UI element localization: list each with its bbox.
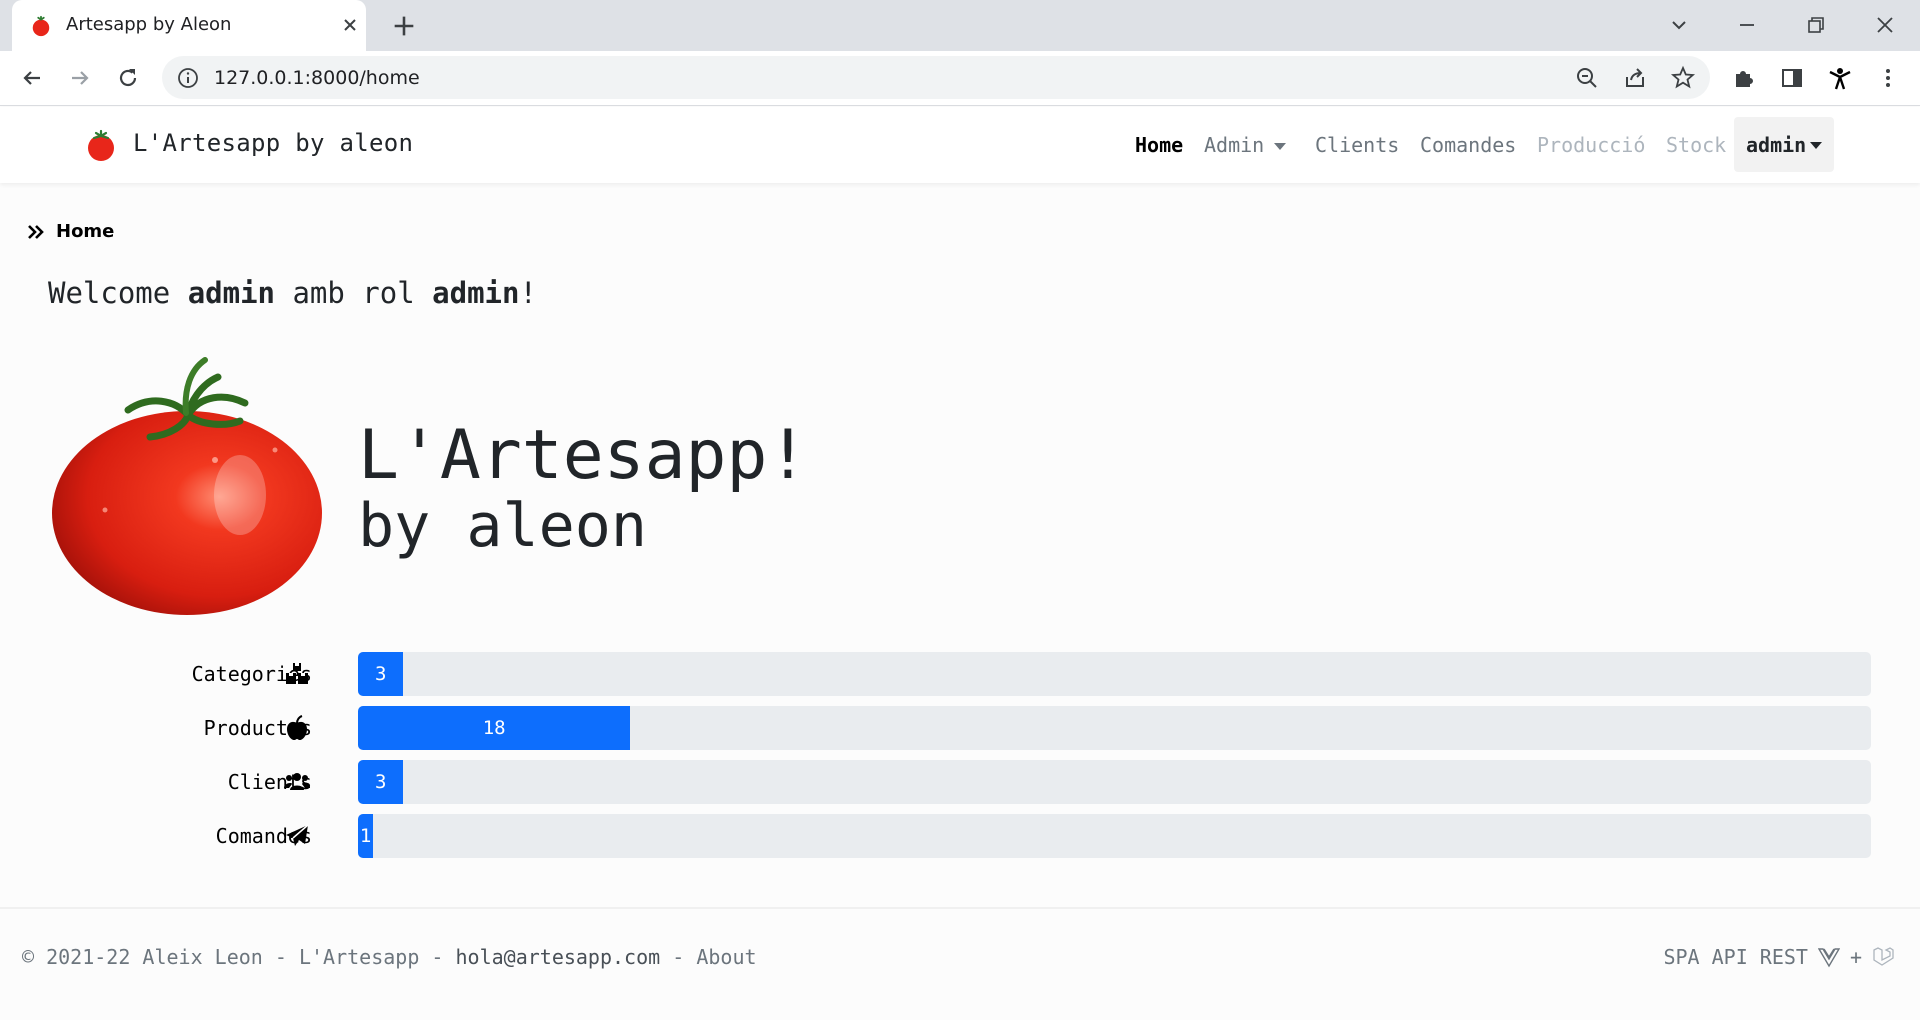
new-tab-icon[interactable] <box>390 12 418 40</box>
bookmark-star-icon[interactable] <box>1670 65 1696 91</box>
breadcrumb-current: Home <box>56 221 115 242</box>
close-window-icon[interactable] <box>1870 10 1900 40</box>
hero-title: L'Artesapp! <box>358 416 809 495</box>
extensions-icon[interactable] <box>1730 64 1758 92</box>
stat-row-productes: Productes 18 <box>0 706 1920 750</box>
footer-stack-text: SPA API REST <box>1663 945 1808 969</box>
browser-tabstrip: Artesapp by Aleon <box>0 0 1920 51</box>
browser-toolbar: 127.0.0.1:8000/home <box>0 51 1920 106</box>
side-panel-icon[interactable] <box>1778 64 1806 92</box>
nav-home[interactable]: Home <box>1135 133 1183 157</box>
footer-left: © 2021-22 Aleix Leon - L'Artesapp - hola… <box>22 945 757 969</box>
page-footer: © 2021-22 Aleix Leon - L'Artesapp - hola… <box>0 907 1920 1020</box>
stat-row-comandes: Comandes 1 <box>0 814 1920 858</box>
close-tab-icon[interactable] <box>338 13 362 37</box>
vue-logo-icon <box>1817 948 1840 968</box>
site-info-icon[interactable] <box>176 66 200 90</box>
browser-menu-icon[interactable] <box>1874 64 1902 92</box>
url-text[interactable]: 127.0.0.1:8000/home <box>214 67 420 89</box>
footer-about-link[interactable]: About <box>696 945 756 969</box>
laravel-logo-icon <box>1873 947 1894 966</box>
footer-copyright: © 2021-22 Aleix Leon - L'Artesapp - <box>22 945 444 969</box>
zoom-icon[interactable] <box>1574 65 1600 91</box>
tomato-favicon-icon <box>32 15 50 37</box>
forward-icon[interactable] <box>66 64 94 92</box>
welcome-prefix: Welcome <box>48 276 171 310</box>
tomato-hero-image <box>52 357 322 615</box>
hero-subtitle: by aleon <box>358 491 647 561</box>
tomato-logo-icon[interactable] <box>84 129 118 163</box>
minimize-icon[interactable] <box>1732 10 1762 40</box>
restore-icon[interactable] <box>1801 10 1831 40</box>
tab-search-icon[interactable] <box>1664 10 1694 40</box>
angles-right-icon <box>28 225 44 239</box>
nav-comandes[interactable]: Comandes <box>1420 133 1516 157</box>
user-menu-label: admin <box>1746 133 1807 157</box>
welcome-middle: amb rol <box>292 276 415 310</box>
progress-track: 3 <box>358 760 1871 804</box>
progress-track: 18 <box>358 706 1871 750</box>
footer-email-link[interactable]: hola@artesapp.com <box>455 945 660 969</box>
footer-plus: + <box>1849 945 1862 969</box>
brand-title[interactable]: L'Artesapp by aleon <box>133 129 413 157</box>
boxes-icon <box>286 663 308 684</box>
footer-separator: - <box>672 945 685 969</box>
caret-down-icon <box>1810 142 1822 149</box>
progress-bar: 3 <box>358 652 404 696</box>
nav-clients[interactable]: Clients <box>1315 133 1399 157</box>
paper-plane-icon <box>286 824 309 846</box>
welcome-role: admin <box>432 276 520 310</box>
progress-bar: 18 <box>358 706 631 750</box>
nav-stock: Stock <box>1666 133 1727 157</box>
welcome-suffix: ! <box>519 276 537 310</box>
share-icon[interactable] <box>1622 65 1648 91</box>
footer-right: SPA API REST + <box>1663 945 1894 969</box>
progress-track: 3 <box>358 652 1871 696</box>
caret-down-icon <box>1274 143 1287 150</box>
tab-title: Artesapp by Aleon <box>66 14 232 35</box>
nav-admin-label: Admin <box>1204 133 1265 157</box>
nav-produccio: Producció <box>1537 133 1646 157</box>
welcome-user: admin <box>187 276 275 310</box>
user-menu-dropdown[interactable]: admin <box>1734 117 1834 172</box>
stat-row-clients: Clients 3 <box>0 760 1920 804</box>
progress-bar: 1 <box>358 814 374 858</box>
welcome-message: Welcome admin amb rol admin! <box>48 276 537 310</box>
stat-row-categories: Categories 3 <box>0 652 1920 696</box>
progress-track: 1 <box>358 814 1871 858</box>
back-icon[interactable] <box>18 64 46 92</box>
address-bar[interactable]: 127.0.0.1:8000/home <box>162 56 1710 99</box>
browser-tab[interactable]: Artesapp by Aleon <box>12 0 366 51</box>
users-icon <box>284 773 310 790</box>
nav-admin-dropdown[interactable]: Admin <box>1204 133 1287 157</box>
app-navbar: L'Artesapp by aleon Home Admin Clients C… <box>0 107 1920 183</box>
progress-bar: 3 <box>358 760 404 804</box>
apple-icon <box>287 715 307 740</box>
reload-icon[interactable] <box>114 64 142 92</box>
profile-avatar-icon[interactable] <box>1826 64 1854 92</box>
